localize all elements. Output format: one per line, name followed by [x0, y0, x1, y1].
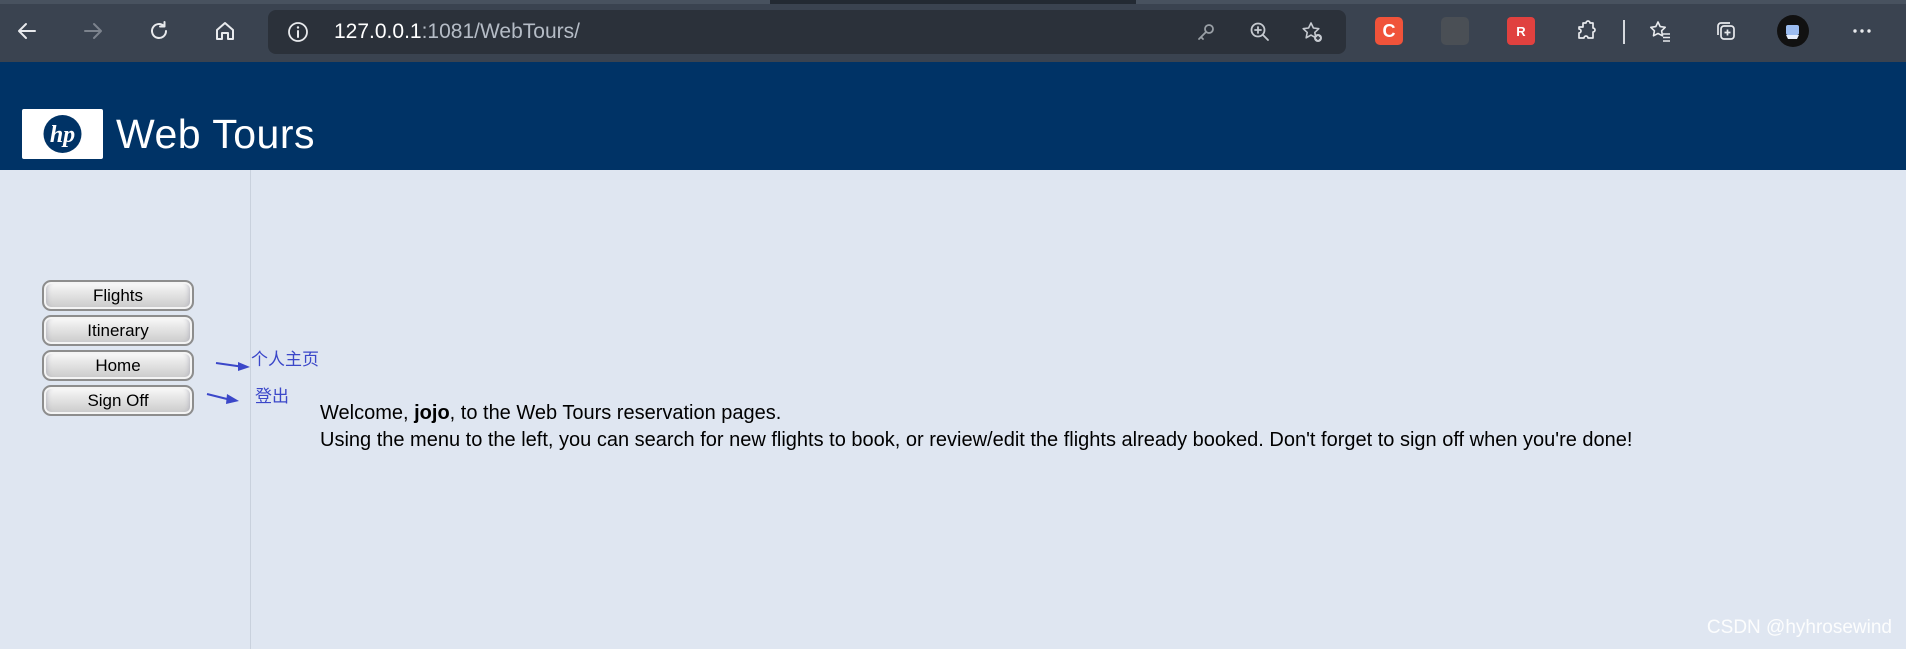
- welcome-prefix: Welcome,: [320, 402, 415, 424]
- more-menu-button[interactable]: [1845, 14, 1879, 48]
- itinerary-button[interactable]: Itinerary: [42, 315, 194, 346]
- username: jojo: [414, 402, 450, 424]
- profile-button[interactable]: [1776, 14, 1810, 48]
- puzzle-icon: [1578, 20, 1596, 39]
- url-path: :1081/WebTours/: [421, 20, 580, 43]
- sign-off-button[interactable]: Sign Off: [42, 385, 194, 416]
- add-favorite-icon[interactable]: [1300, 20, 1324, 44]
- reload-button[interactable]: [142, 14, 176, 48]
- collections-icon: [1717, 22, 1735, 40]
- url-text[interactable]: 127.0.0.1:1081/WebTours/: [334, 20, 580, 44]
- hp-logo: hp: [22, 109, 103, 159]
- nav-button-list: Flights Itinerary Home Sign Off: [42, 280, 194, 420]
- home-nav-button[interactable]: Home: [42, 350, 194, 381]
- avatar: [1777, 15, 1809, 47]
- page-banner: hp Web Tours: [0, 62, 1906, 170]
- browser-toolbar: 127.0.0.1:1081/WebTours/ C R: [0, 0, 1906, 62]
- back-button[interactable]: [10, 14, 44, 48]
- forward-arrow-icon: [84, 23, 102, 39]
- home-button[interactable]: [208, 14, 242, 48]
- signoff-annotation-arrow: [206, 393, 239, 404]
- favorites-icon: [1650, 21, 1670, 42]
- welcome-suffix: , to the Web Tours reservation pages.: [449, 402, 782, 424]
- signoff-annotation: 登出: [255, 387, 289, 406]
- flights-button[interactable]: Flights: [42, 280, 194, 311]
- extensions-button[interactable]: [1570, 14, 1604, 48]
- hp-logo-text: hp: [50, 122, 75, 148]
- address-bar[interactable]: 127.0.0.1:1081/WebTours/: [268, 10, 1346, 54]
- back-arrow-icon: [18, 23, 36, 39]
- home-annotation: 个人主页: [251, 350, 319, 369]
- more-icon: [1853, 29, 1871, 33]
- info-icon[interactable]: [286, 20, 310, 44]
- favorites-button[interactable]: [1643, 14, 1677, 48]
- brand-title: Web Tours: [116, 111, 315, 157]
- main-content: Welcome, jojo, to the Web Tours reservat…: [320, 400, 1880, 454]
- zoom-icon[interactable]: [1248, 20, 1272, 44]
- dark-extension-icon[interactable]: [1441, 17, 1469, 45]
- hp-logo-mark: hp: [43, 115, 82, 153]
- key-icon[interactable]: [1194, 20, 1218, 44]
- csdn-extension-icon[interactable]: C: [1375, 17, 1403, 45]
- left-nav-frame: Flights Itinerary Home Sign Off: [0, 170, 251, 649]
- url-host: 127.0.0.1: [334, 20, 422, 43]
- home-annotation-arrow: [215, 362, 250, 371]
- red-extension-icon[interactable]: R: [1507, 17, 1535, 45]
- home-icon: [216, 22, 234, 40]
- welcome-line: Welcome, jojo, to the Web Tours reservat…: [320, 400, 1880, 427]
- toolbar-separator: [1623, 20, 1625, 44]
- inactive-tab-edge[interactable]: [1136, 0, 1906, 4]
- instructions-text: Using the menu to the left, you can sear…: [320, 429, 1633, 451]
- reload-icon: [151, 21, 167, 39]
- active-tab-edge[interactable]: [0, 0, 770, 4]
- collections-button[interactable]: [1709, 14, 1743, 48]
- forward-button[interactable]: [76, 14, 110, 48]
- watermark: CSDN @hyhrosewind: [1706, 617, 1892, 638]
